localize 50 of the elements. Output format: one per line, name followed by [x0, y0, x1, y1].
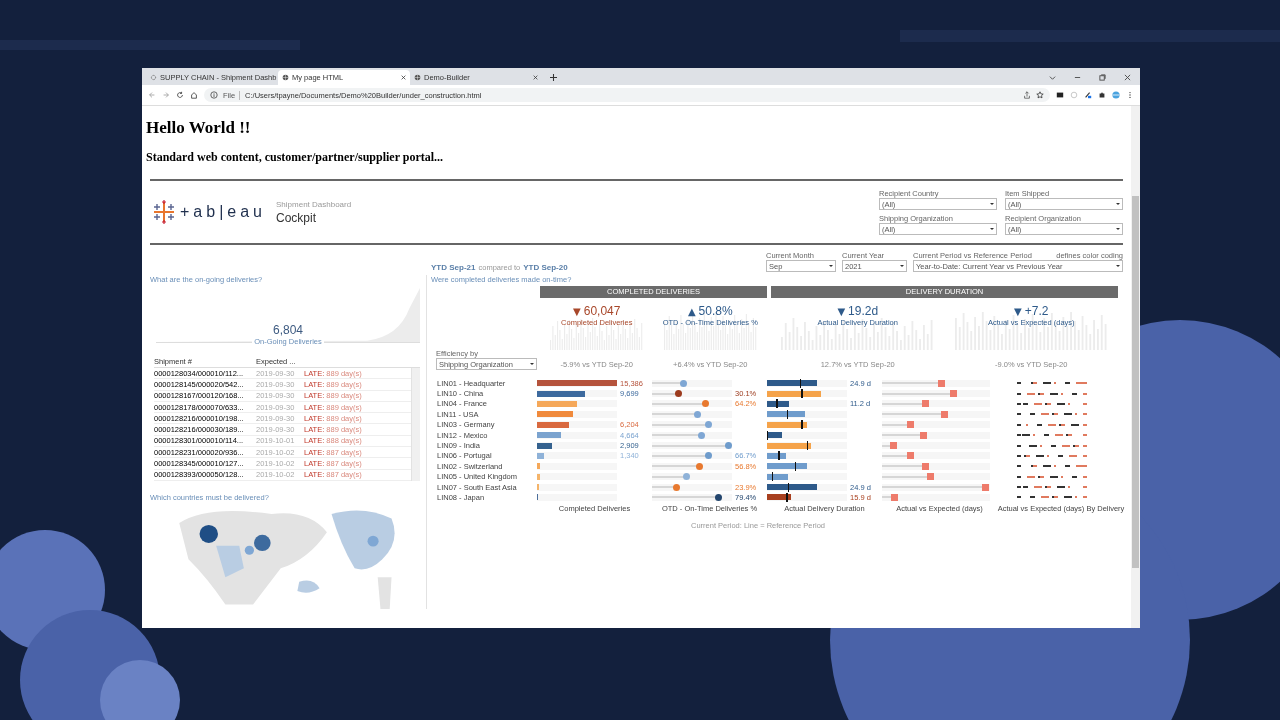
close-icon[interactable]	[1124, 74, 1131, 81]
strip-plot	[1017, 465, 1087, 468]
info-icon	[210, 91, 218, 99]
chevron-icon[interactable]	[1049, 74, 1056, 81]
gear-icon	[150, 74, 157, 81]
minimize-icon[interactable]	[1074, 74, 1081, 81]
puzzle-icon[interactable]	[1098, 91, 1106, 99]
page-heading: Hello World !!	[146, 118, 252, 138]
logo-mark-icon	[152, 200, 176, 224]
kpi-value: 50.8%	[698, 304, 733, 318]
scrollbar[interactable]	[1131, 106, 1140, 628]
star-icon[interactable]	[1036, 91, 1044, 99]
trend-arrow: ▼	[573, 305, 581, 317]
strip-plot	[1017, 413, 1087, 416]
page-subheading: Standard web content, customer/partner/supplier portal...	[146, 150, 445, 165]
strip-plot	[1017, 454, 1087, 457]
logo-wordmark: +ab|eau	[180, 203, 266, 221]
period-current: YTD Sep-21	[431, 263, 476, 272]
strip-plot	[1017, 496, 1087, 499]
kpi-value: +7.2	[1024, 304, 1049, 318]
strip-plot	[1017, 382, 1087, 385]
extension-icon[interactable]	[1084, 91, 1092, 99]
strip-plot	[1017, 486, 1087, 489]
strip-plot	[1017, 392, 1087, 395]
kpi-value: 19.2d	[848, 304, 879, 318]
globe-icon	[282, 74, 289, 81]
strip-plot	[1017, 423, 1087, 426]
period-reference: YTD Sep-20	[523, 263, 568, 272]
menu-icon[interactable]	[1126, 91, 1134, 99]
trend-arrow: ▼	[1014, 305, 1022, 317]
reload-icon[interactable]	[176, 91, 184, 99]
strip-plot	[1017, 402, 1087, 405]
scrollbar[interactable]	[411, 368, 420, 481]
globe-icon	[414, 74, 421, 81]
profile-icon[interactable]	[1112, 91, 1120, 99]
trend-arrow: ▲	[687, 305, 696, 317]
share-icon[interactable]	[1023, 91, 1031, 99]
restore-icon[interactable]	[1099, 74, 1106, 81]
strip-plot	[1017, 434, 1087, 437]
strip-plot	[1017, 444, 1087, 447]
kpi-value: 6,804	[273, 323, 303, 337]
trend-arrow: ▼	[837, 305, 846, 317]
home-icon[interactable]	[190, 91, 198, 99]
dashboard-subtitle: Shipment Dashboard	[276, 199, 352, 209]
kpi-value: 60,047	[583, 304, 621, 318]
close-icon[interactable]	[533, 75, 538, 80]
close-icon[interactable]	[401, 75, 406, 80]
plus-icon[interactable]	[550, 74, 557, 81]
dashboard-title: Cockpit	[276, 210, 317, 225]
strip-plot	[1017, 475, 1087, 478]
